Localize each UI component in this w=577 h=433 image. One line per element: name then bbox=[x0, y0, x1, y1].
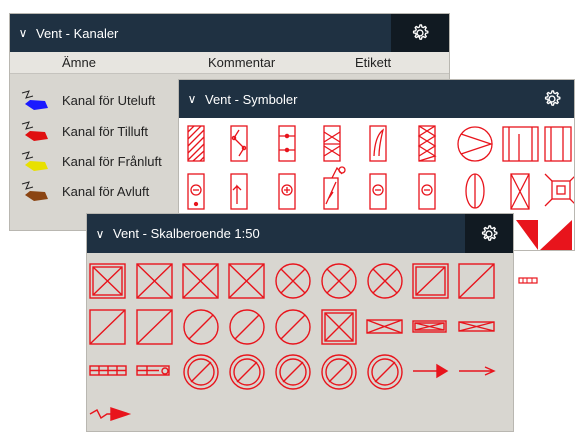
symbol-14 bbox=[369, 173, 387, 210]
column-etikett[interactable]: Etikett bbox=[355, 55, 391, 70]
chevron-down-icon[interactable]: ∨ bbox=[183, 92, 201, 106]
column-header-row: Ämne Kommentar Etikett bbox=[10, 52, 449, 74]
symbol-13 bbox=[323, 166, 346, 210]
kanaler-header[interactable]: ∨ Vent - Kanaler bbox=[10, 14, 449, 52]
symbol-15 bbox=[418, 173, 436, 210]
symbol-overflow bbox=[516, 220, 572, 284]
panel-title: Vent - Skalberoende 1:50 bbox=[113, 226, 260, 241]
symbol-circle-ring-slash-1 bbox=[183, 354, 219, 390]
symbol-4 bbox=[323, 125, 341, 162]
column-kommentar[interactable]: Kommentar bbox=[208, 55, 275, 70]
symbol-8 bbox=[502, 126, 539, 162]
panel-title: Vent - Kanaler bbox=[36, 25, 119, 41]
row-label: Kanal för Uteluft bbox=[62, 93, 156, 108]
duct-tilluft-icon bbox=[21, 121, 48, 141]
symbol-17 bbox=[510, 173, 530, 210]
symbol-10 bbox=[187, 173, 205, 210]
symbol-circle-slash-1 bbox=[183, 309, 219, 345]
symbol-box-x-5 bbox=[321, 309, 357, 345]
skalberoende-header[interactable]: ∨ Vent - Skalberoende 1:50 bbox=[87, 214, 513, 253]
symbol-flat-x-2 bbox=[412, 320, 447, 333]
symbol-box-x-4 bbox=[228, 263, 265, 299]
symbol-strip-2 bbox=[136, 365, 170, 376]
symbol-9 bbox=[544, 126, 572, 162]
symbol-6 bbox=[417, 125, 437, 162]
symbol-circle-x-2 bbox=[321, 263, 357, 299]
symbol-circle-ring-slash-4 bbox=[321, 354, 357, 390]
symbol-box-diag-4 bbox=[136, 309, 173, 345]
symbol-circle-slash-2 bbox=[229, 309, 265, 345]
arrow-right-bold-symbol bbox=[413, 363, 449, 379]
symbol-11 bbox=[230, 173, 248, 210]
arrow-with-damper-symbol bbox=[89, 407, 132, 421]
symbol-circle-slash-3 bbox=[275, 309, 311, 345]
arrow-right-thin-symbol bbox=[459, 366, 496, 376]
panel-title: Vent - Symboler bbox=[205, 91, 298, 107]
symbol-5 bbox=[369, 125, 387, 162]
settings-button[interactable] bbox=[530, 80, 574, 118]
duct-franluft-icon bbox=[21, 151, 48, 171]
row-label: Kanal för Avluft bbox=[62, 184, 150, 199]
symbol-circle-ring-slash-2 bbox=[229, 354, 265, 390]
column-amne[interactable]: Ämne bbox=[62, 55, 96, 70]
symbol-strip-1 bbox=[89, 365, 127, 376]
row-label: Kanal för Frånluft bbox=[62, 154, 162, 169]
symboler-header[interactable]: ∨ Vent - Symboler bbox=[179, 80, 574, 118]
symbol-circle-ring-slash-5 bbox=[367, 354, 403, 390]
symbol-box-diag-1 bbox=[412, 263, 449, 299]
gear-icon bbox=[544, 90, 561, 106]
symbol-3 bbox=[278, 125, 296, 162]
settings-button[interactable] bbox=[391, 14, 449, 52]
symbol-2 bbox=[230, 125, 248, 162]
symbol-flat-x-1 bbox=[366, 319, 403, 334]
duct-avluft-icon bbox=[21, 181, 48, 201]
symbol-flat-x-3 bbox=[458, 321, 495, 332]
symbol-circle-x-1 bbox=[275, 263, 311, 299]
gear-icon bbox=[481, 224, 498, 241]
row-label: Kanal för Tilluft bbox=[62, 124, 148, 139]
settings-button[interactable] bbox=[465, 214, 513, 253]
gear-icon bbox=[412, 24, 429, 40]
symbol-circle-ring-slash-3 bbox=[275, 354, 311, 390]
symbol-box-x-3 bbox=[182, 263, 219, 299]
skalberoende-panel: ∨ Vent - Skalberoende 1:50 bbox=[86, 213, 514, 432]
chevron-down-icon[interactable]: ∨ bbox=[91, 227, 109, 241]
symbol-box-diag-3 bbox=[89, 309, 126, 345]
symbol-box-diag-2 bbox=[458, 263, 495, 299]
fan-symbol bbox=[457, 126, 494, 162]
scaled-symbol-grid[interactable] bbox=[87, 253, 513, 431]
symbol-16 bbox=[465, 173, 485, 209]
duct-uteluft-icon bbox=[21, 90, 48, 110]
symbol-box-x-2 bbox=[136, 263, 173, 299]
symbol-box-x-1 bbox=[89, 263, 126, 299]
damper-hatched-symbol bbox=[187, 125, 205, 162]
chevron-down-icon[interactable]: ∨ bbox=[14, 26, 32, 40]
symbol-18 bbox=[544, 173, 574, 207]
symbol-circle-x-3 bbox=[367, 263, 403, 299]
symbol-12 bbox=[278, 173, 296, 210]
